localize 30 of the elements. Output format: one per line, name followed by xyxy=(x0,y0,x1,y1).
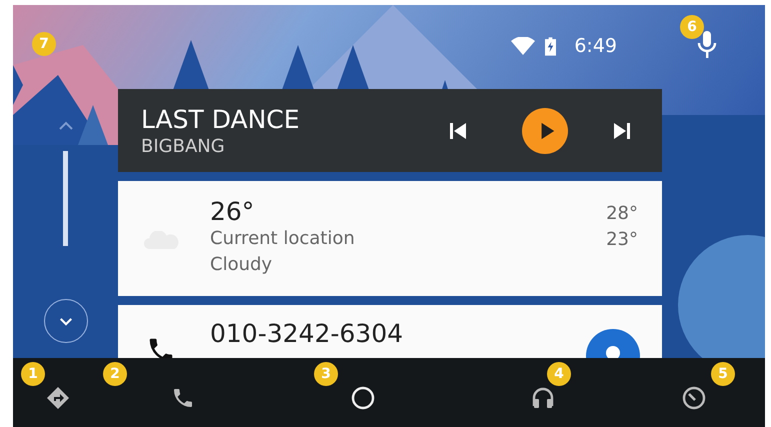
clock-time: 6:49 xyxy=(574,35,617,57)
callout-badge: 1 xyxy=(21,362,45,386)
callout-badge: 3 xyxy=(314,362,338,386)
home-circle-icon[interactable] xyxy=(351,386,375,410)
directions-icon[interactable] xyxy=(46,386,70,410)
next-track-icon[interactable] xyxy=(612,120,632,140)
gauge-icon[interactable] xyxy=(682,386,706,410)
phone-number: 010-3242-6304 xyxy=(210,319,404,348)
call-card[interactable]: 010-3242-6304 xyxy=(118,305,662,358)
scrollbar[interactable] xyxy=(63,151,68,246)
scroll-down-button[interactable] xyxy=(44,299,88,343)
location-label: Current location xyxy=(210,227,355,251)
callout-badge: 5 xyxy=(711,362,735,386)
previous-track-icon[interactable] xyxy=(448,120,468,140)
weather-condition: Cloudy xyxy=(210,253,274,277)
song-title: LAST DANCE xyxy=(141,104,300,134)
play-button[interactable] xyxy=(522,108,568,154)
weather-card[interactable]: 26° Current location Cloudy 28° 23° xyxy=(118,181,662,296)
current-temperature: 26° xyxy=(210,197,256,226)
callout-badge: 2 xyxy=(103,362,127,386)
low-temperature: 23° xyxy=(606,228,638,252)
chevron-up-icon[interactable] xyxy=(58,121,74,131)
headphones-icon[interactable] xyxy=(531,386,555,410)
microphone-icon[interactable] xyxy=(697,31,717,59)
artist-name: BIGBANG xyxy=(141,136,226,156)
callout-badge: 4 xyxy=(547,362,571,386)
wifi-icon xyxy=(511,37,536,55)
high-temperature: 28° xyxy=(606,202,638,226)
chevron-down-icon xyxy=(58,316,72,326)
media-card[interactable]: LAST DANCE BIGBANG xyxy=(118,89,662,172)
